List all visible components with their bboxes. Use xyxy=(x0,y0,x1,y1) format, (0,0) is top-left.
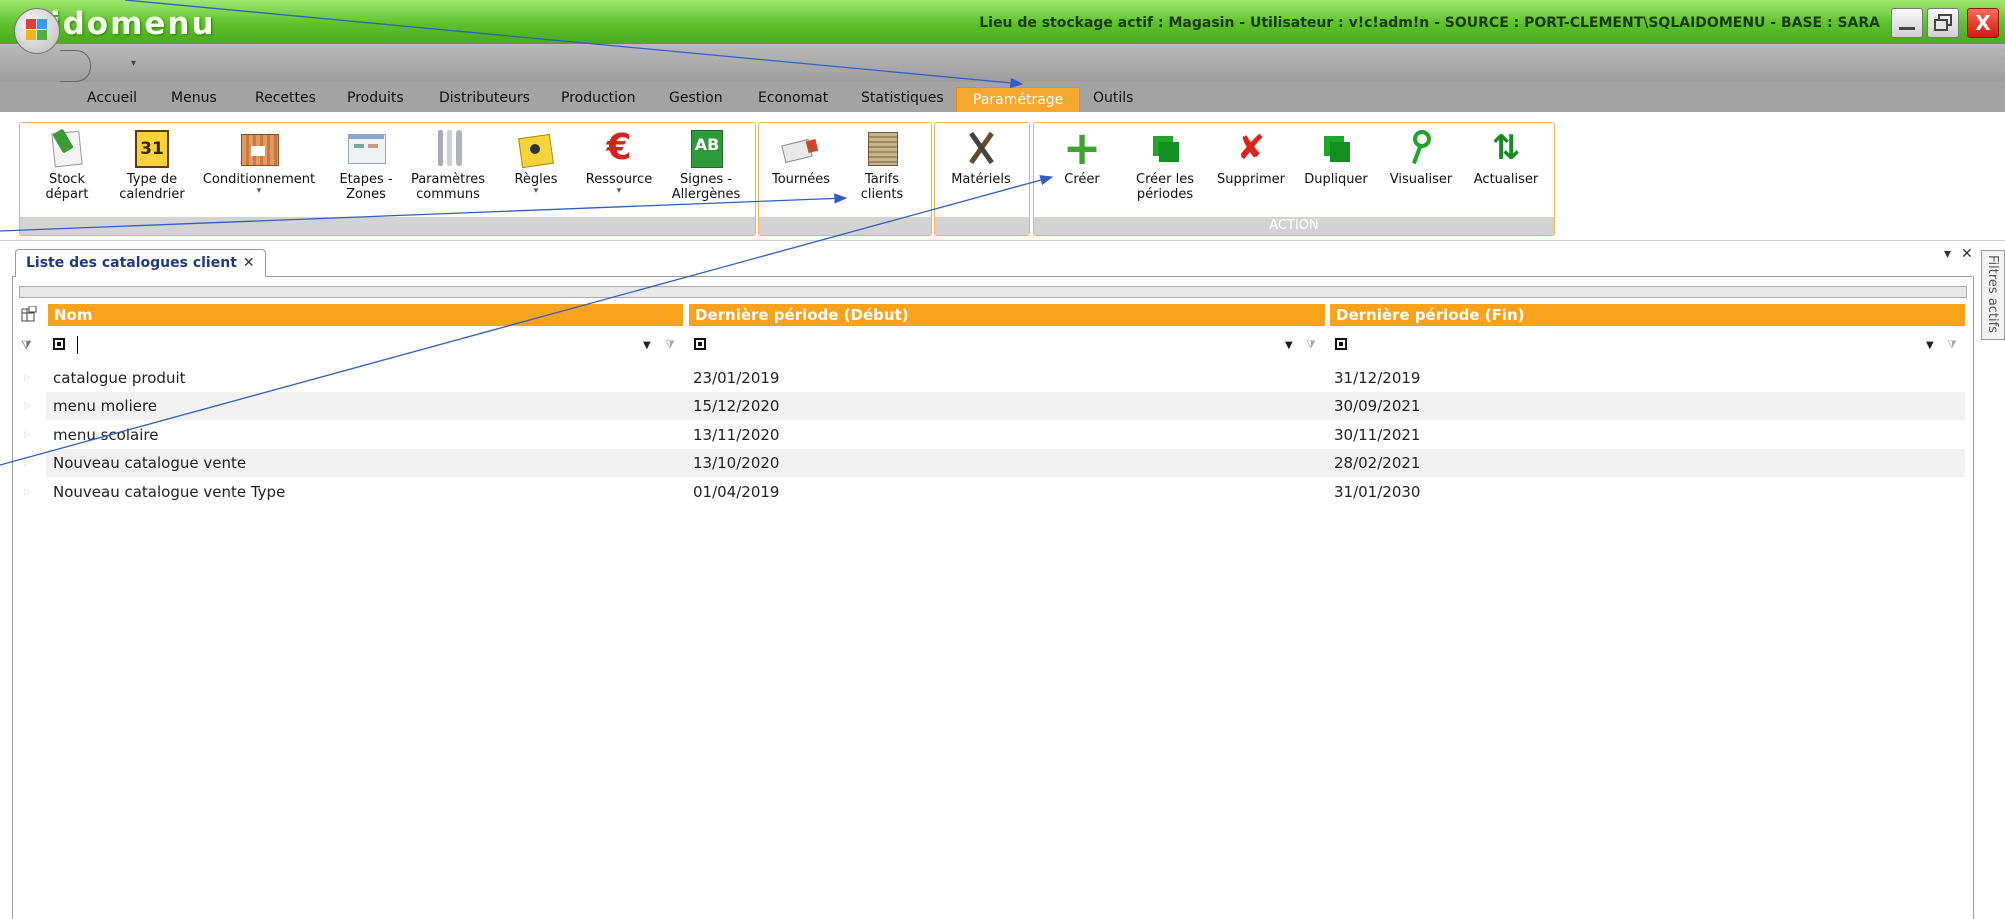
row-indicator-icon: ▷ xyxy=(24,401,31,411)
filter-operator-debut[interactable] xyxy=(694,338,706,350)
quick-access-dropdown-icon[interactable]: ▾ xyxy=(131,58,136,69)
filter-dropdown-nom[interactable]: ▼ xyxy=(643,340,651,351)
tab-parametrage[interactable]: Paramétrage xyxy=(956,87,1081,112)
etapes-zones-button[interactable]: Etapes - Zones xyxy=(336,128,396,202)
refresh-icon: ⇅ xyxy=(1491,128,1521,168)
app-orb-icon xyxy=(26,19,48,41)
table-row[interactable]: catalogue produit 23/01/2019 31/12/2019 xyxy=(46,364,1965,392)
calendar-icon: 31 xyxy=(135,128,169,168)
creer-periodes-button[interactable]: Créer les périodes xyxy=(1130,128,1200,202)
filter-operator-fin[interactable] xyxy=(1335,338,1347,350)
stock-depart-button[interactable]: Stock départ xyxy=(40,128,94,202)
filter-clear-icon[interactable]: ⧩ xyxy=(1306,338,1316,352)
supprimer-button[interactable]: ✘ Supprimer xyxy=(1213,128,1289,187)
visualiser-button[interactable]: Visualiser xyxy=(1385,128,1457,187)
close-window-button[interactable]: X xyxy=(1967,8,1999,38)
restore-button[interactable] xyxy=(1927,8,1959,38)
panel-close-icon[interactable]: ✕ xyxy=(1961,246,1973,262)
ressource-button[interactable]: € Ressource ▾ xyxy=(581,128,657,196)
quick-access-bar xyxy=(0,44,2005,82)
tab-menus[interactable]: Menus xyxy=(171,90,217,106)
view-icon xyxy=(1401,128,1441,168)
row-indicator-icon: ▷ xyxy=(24,487,31,497)
tab-production[interactable]: Production xyxy=(561,90,635,106)
delete-icon: ✘ xyxy=(1236,128,1266,168)
packaging-icon xyxy=(239,128,279,168)
conditionnement-button[interactable]: Conditionnement ▾ xyxy=(198,128,320,196)
table-row[interactable]: Nouveau catalogue vente 13/10/2020 28/02… xyxy=(46,449,1965,477)
tab-outils[interactable]: Outils xyxy=(1093,90,1133,106)
signes-allergenes-button[interactable]: AB Signes - Allergènes xyxy=(665,128,747,202)
actualiser-button[interactable]: ⇅ Actualiser xyxy=(1470,128,1542,187)
column-chooser-icon[interactable] xyxy=(21,306,37,322)
table-row[interactable]: menu moliere 15/12/2020 30/09/2021 xyxy=(46,392,1965,420)
quick-access-toolbar xyxy=(60,50,91,82)
parametres-communs-button[interactable]: Paramètres communs xyxy=(406,128,490,202)
stock-icon xyxy=(47,128,87,168)
minimize-icon xyxy=(1899,27,1915,30)
cutlery-icon xyxy=(428,128,468,168)
plus-icon: + xyxy=(1062,121,1102,175)
active-filters-panel[interactable]: Filtres actifs xyxy=(1981,250,2005,340)
organic-label-icon: AB xyxy=(686,128,726,168)
filter-dropdown-fin[interactable]: ▼ xyxy=(1926,340,1934,351)
column-header-fin[interactable]: Dernière période (Fin) xyxy=(1330,304,1965,326)
column-header-debut[interactable]: Dernière période (Début) xyxy=(689,304,1325,326)
row-indicator-icon: ▷ xyxy=(24,458,31,468)
column-header-nom[interactable]: Nom xyxy=(48,304,683,326)
euro-icon: € xyxy=(606,127,632,168)
regles-button[interactable]: Règles ▾ xyxy=(508,128,564,196)
creer-button[interactable]: + Créer xyxy=(1055,121,1109,187)
row-indicator-icon: ▷ xyxy=(24,430,31,440)
rules-icon xyxy=(516,128,556,169)
tab-recettes[interactable]: Recettes xyxy=(255,90,316,106)
tools-icon xyxy=(961,128,1001,168)
filter-operator-nom[interactable] xyxy=(53,338,65,350)
tab-produits[interactable]: Produits xyxy=(347,90,404,106)
table-row[interactable]: Nouveau catalogue vente Type 01/04/2019 … xyxy=(46,478,1965,506)
truck-icon xyxy=(781,128,821,168)
steps-zones-icon xyxy=(346,128,386,168)
dupliquer-button[interactable]: Dupliquer xyxy=(1300,128,1372,187)
filter-clear-icon[interactable]: ⧩ xyxy=(665,338,675,352)
document-tab[interactable]: Liste des catalogues client ✕ xyxy=(15,249,266,277)
session-info: Lieu de stockage actif : Magasin - Utili… xyxy=(979,15,1880,31)
type-calendrier-button[interactable]: 31 Type de calendrier xyxy=(112,128,192,202)
panel-menu-icon[interactable]: ▾ xyxy=(1944,246,1951,262)
filter-clear-icon[interactable]: ⧩ xyxy=(1947,338,1957,352)
tab-statistiques[interactable]: Statistiques xyxy=(861,90,944,106)
minimize-button[interactable] xyxy=(1891,8,1923,38)
duplicate-icon xyxy=(1316,128,1356,168)
tarifs-clients-button[interactable]: Tarifs clients xyxy=(851,128,913,202)
filter-dropdown-debut[interactable]: ▼ xyxy=(1285,340,1293,351)
group-by-panel[interactable] xyxy=(19,286,1967,298)
price-list-icon xyxy=(862,128,902,168)
copy-periods-icon xyxy=(1145,128,1185,168)
document-tab-title: Liste des catalogues client xyxy=(26,255,237,271)
filter-row-icon: ⧩ xyxy=(21,338,32,352)
close-tab-icon[interactable]: ✕ xyxy=(243,255,255,271)
tab-economat[interactable]: Economat xyxy=(758,90,828,106)
materiels-button[interactable]: Matériels xyxy=(946,128,1016,187)
application-menu-button[interactable] xyxy=(14,8,60,54)
table-row[interactable]: menu scolaire 13/11/2020 30/11/2021 xyxy=(46,421,1965,449)
title-bar: Aidomenu Lieu de stockage actif : Magasi… xyxy=(0,0,2005,44)
row-indicator-icon: ▷ xyxy=(24,373,31,383)
action-group-label: ACTION xyxy=(1034,217,1554,235)
tab-accueil[interactable]: Accueil xyxy=(87,90,137,106)
tab-gestion[interactable]: Gestion xyxy=(669,90,723,106)
tab-distributeurs[interactable]: Distributeurs xyxy=(439,90,530,106)
tournees-button[interactable]: Tournées xyxy=(769,128,833,187)
